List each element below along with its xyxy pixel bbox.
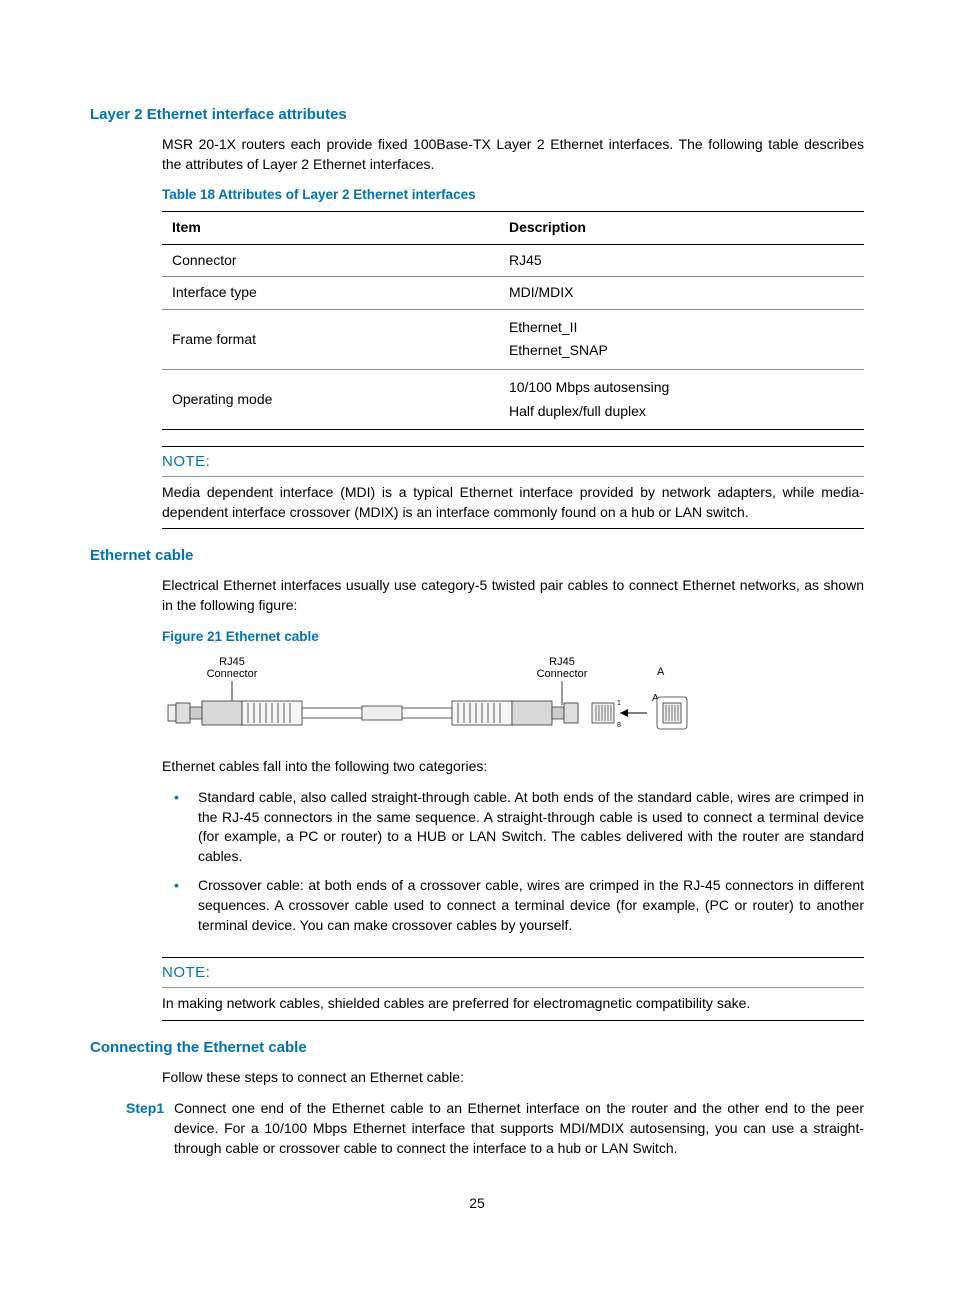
table-row: Interface type MDI/MDIX bbox=[162, 277, 864, 310]
table-layer2-attributes: Item Description Connector RJ45 Interfac… bbox=[162, 211, 864, 430]
svg-text:1: 1 bbox=[617, 700, 621, 707]
heading-connecting-cable: Connecting the Ethernet cable bbox=[90, 1037, 864, 1058]
step-text: Connect one end of the Ethernet cable to… bbox=[174, 1099, 864, 1158]
svg-text:A: A bbox=[657, 666, 665, 678]
figure-ethernet-cable: RJ45 Connector RJ45 Connector A A bbox=[162, 653, 864, 743]
note-label: NOTE: bbox=[162, 962, 864, 983]
figure-21-caption: Figure 21 Ethernet cable bbox=[162, 628, 864, 647]
note-label: NOTE: bbox=[162, 451, 864, 472]
svg-text:8: 8 bbox=[617, 722, 621, 729]
th-description: Description bbox=[499, 212, 864, 245]
table-row: Operating mode 10/100 Mbps autosensing H… bbox=[162, 370, 864, 430]
svg-text:Connector: Connector bbox=[537, 668, 588, 680]
table-row: Connector RJ45 bbox=[162, 244, 864, 277]
bullet-list-cable-types: Standard cable, also called straight-thr… bbox=[162, 788, 864, 945]
note-text: In making network cables, shielded cable… bbox=[162, 987, 864, 1014]
table-row: Frame format Ethernet_II Ethernet_SNAP bbox=[162, 309, 864, 369]
cell-desc: MDI/MDIX bbox=[499, 277, 864, 310]
svg-text:Connector: Connector bbox=[207, 668, 258, 680]
paragraph-layer2-intro: MSR 20-1X routers each provide fixed 100… bbox=[162, 135, 864, 174]
svg-text:RJ45: RJ45 bbox=[219, 656, 245, 668]
cell-item: Connector bbox=[162, 244, 499, 277]
page-number: 25 bbox=[90, 1194, 864, 1214]
cell-item: Operating mode bbox=[162, 370, 499, 430]
list-item: Crossover cable: at both ends of a cross… bbox=[162, 876, 864, 945]
cell-item: Interface type bbox=[162, 277, 499, 310]
note-block-mdi: NOTE: Media dependent interface (MDI) is… bbox=[162, 446, 864, 529]
step-1-row: Step1 Connect one end of the Ethernet ca… bbox=[126, 1099, 864, 1158]
cell-item: Frame format bbox=[162, 309, 499, 369]
svg-text:RJ45: RJ45 bbox=[549, 656, 575, 668]
paragraph-categories-intro: Ethernet cables fall into the following … bbox=[162, 757, 864, 777]
note-block-shielded: NOTE: In making network cables, shielded… bbox=[162, 957, 864, 1021]
list-item: Standard cable, also called straight-thr… bbox=[162, 788, 864, 876]
cell-desc: 10/100 Mbps autosensing Half duplex/full… bbox=[499, 370, 864, 430]
cell-desc: Ethernet_II Ethernet_SNAP bbox=[499, 309, 864, 369]
cell-desc: RJ45 bbox=[499, 244, 864, 277]
paragraph-ethernet-intro: Electrical Ethernet interfaces usually u… bbox=[162, 576, 864, 615]
heading-ethernet-cable: Ethernet cable bbox=[90, 545, 864, 566]
step-label: Step1 bbox=[126, 1099, 174, 1158]
note-text: Media dependent interface (MDI) is a typ… bbox=[162, 476, 864, 522]
th-item: Item bbox=[162, 212, 499, 245]
table-18-caption: Table 18 Attributes of Layer 2 Ethernet … bbox=[162, 186, 864, 205]
heading-layer2-attributes: Layer 2 Ethernet interface attributes bbox=[90, 104, 864, 125]
paragraph-connecting-intro: Follow these steps to connect an Etherne… bbox=[162, 1068, 864, 1088]
